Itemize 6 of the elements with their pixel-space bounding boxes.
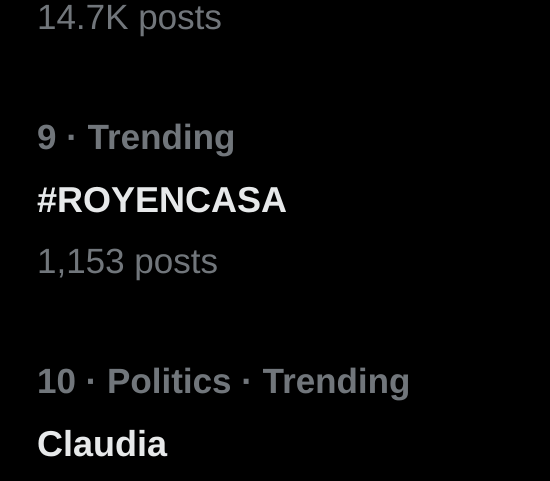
trend-category: 9 · Trending [37, 117, 236, 159]
trend-category: 10 · Politics · Trending [37, 361, 410, 403]
trend-title[interactable]: Claudia [37, 413, 168, 475]
post-count: 1,153 posts [37, 241, 218, 283]
post-count: 14.7K posts [37, 0, 222, 39]
trend-title[interactable]: #ROYENCASA [37, 169, 288, 231]
